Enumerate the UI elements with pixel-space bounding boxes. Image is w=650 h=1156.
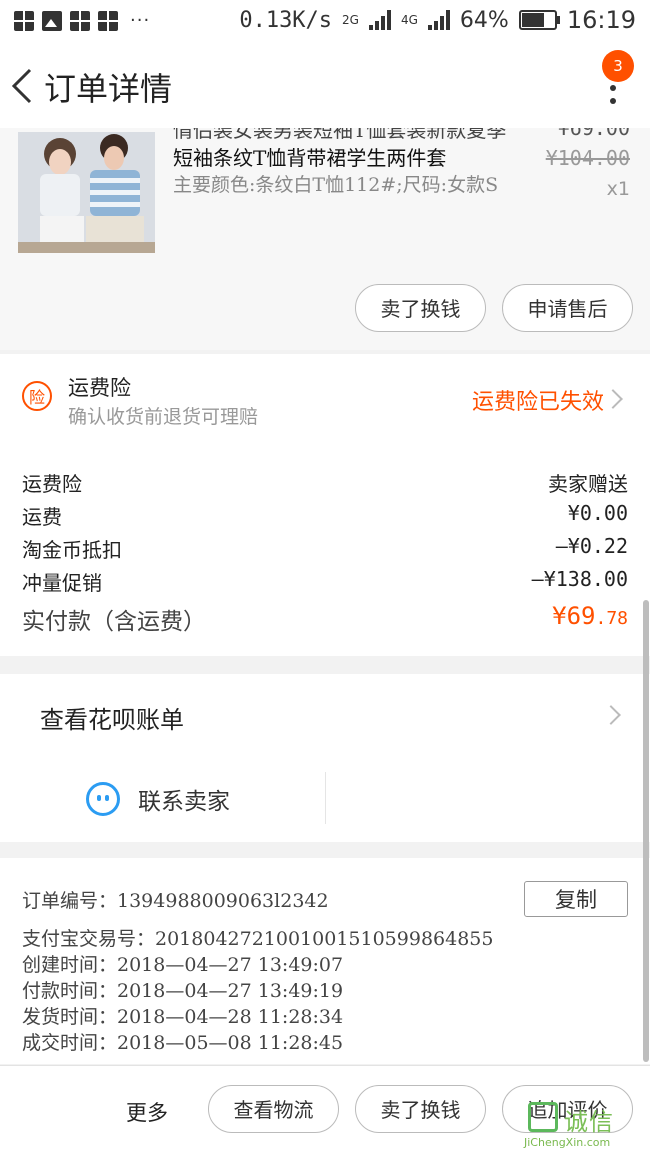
fee-label: 冲量促销 xyxy=(22,571,102,595)
price-original: ¥104.00 xyxy=(545,146,630,170)
page-title: 订单详情 xyxy=(44,70,173,108)
insurance-status: 运费险已失效 xyxy=(471,390,604,415)
fee-value: —¥0.22 xyxy=(555,534,628,558)
clock: 16:19 xyxy=(566,6,636,34)
signal-icon xyxy=(368,10,391,30)
fee-label: 运费险 xyxy=(22,472,82,496)
contact-seller-button[interactable]: 联系卖家 xyxy=(138,782,230,816)
back-arrow-icon[interactable] xyxy=(10,66,34,106)
app-grid-icon xyxy=(14,10,34,31)
fee-summary: 运费险 卖家赠送 运费 ¥0.00 淘金币抵扣 —¥0.22 冲量促销 —¥13… xyxy=(0,442,650,656)
status-bar: ··· 0.13K/s 2G 4G 64% 16:19 xyxy=(0,0,650,44)
watermark-logo-icon xyxy=(528,1102,558,1132)
more-notifications-icon: ··· xyxy=(130,10,151,31)
after-sale-button[interactable]: 申请售后 xyxy=(502,284,633,332)
total-label: 实付款（含运费） xyxy=(22,609,206,635)
order-info: 订单编号：1394988009063l2342 复制 支付宝交易号：201804… xyxy=(0,858,650,1064)
watermark-url: JiChengXin.com xyxy=(524,1136,611,1149)
product-image[interactable] xyxy=(18,132,155,253)
insurance-icon: 险 xyxy=(22,381,52,411)
product-props: 主要颜色:条纹白T恤112#;尺码:女款S xyxy=(173,174,499,196)
network-speed: 0.13K/s xyxy=(239,7,333,33)
chevron-right-icon xyxy=(601,705,621,725)
more-button[interactable]: 更多 xyxy=(126,1097,168,1127)
fee-row: 运费 ¥0.00 xyxy=(22,501,628,531)
product-card[interactable]: 情侣装女装男装短袖T恤套装新款夏季短袖条纹T恤背带裙学生两件套 短袖条纹T恤背带… xyxy=(0,128,650,350)
app-grid-icon xyxy=(70,10,90,31)
fee-value: ¥0.00 xyxy=(567,501,628,525)
message-badge: 3 xyxy=(602,50,634,82)
fee-label: 淘金币抵扣 xyxy=(22,538,122,562)
bottom-action-bar: 更多 查看物流 卖了换钱 追加评价 诚信 JiChengXin.com xyxy=(0,1065,650,1156)
nav-bar: 订单详情 3 xyxy=(0,44,650,128)
insurance-title: 运费险 xyxy=(68,376,131,400)
chevron-right-icon xyxy=(603,389,623,409)
battery-icon xyxy=(518,10,560,30)
network-type-2g: 2G xyxy=(342,13,359,27)
price-current: ¥69.00 xyxy=(557,128,630,140)
contact-seller-icon[interactable] xyxy=(86,782,120,816)
divider xyxy=(325,772,326,824)
image-icon xyxy=(42,10,62,31)
sell-for-cash-button[interactable]: 卖了换钱 xyxy=(355,284,486,332)
shipping-insurance-row[interactable]: 险 运费险 确认收货前退货可理赔 运费险已失效 xyxy=(0,354,650,442)
product-title-cut: 情侣装女装男装短袖T恤套装新款夏季短袖条纹T恤背带裙学生两件套 xyxy=(173,128,507,142)
fee-row: 运费险 卖家赠送 xyxy=(22,468,628,498)
huabei-section: 查看花呗账单 联系卖家 xyxy=(0,674,650,842)
alipay-trade-number: 支付宝交易号：2018042721001001510599864855 xyxy=(22,928,494,950)
fee-row: 淘金币抵扣 —¥0.22 xyxy=(22,534,628,564)
scrollbar[interactable] xyxy=(643,600,649,1062)
fee-label: 运费 xyxy=(22,505,62,529)
product-title[interactable]: 情侣装女装男装短袖T恤套装新款夏季短袖条纹T恤背带裙学生两件套 短袖条纹T恤背带… xyxy=(173,128,518,172)
shipped-time: 发货时间：2018—04—28 11:28:34 xyxy=(22,1006,344,1028)
insurance-subtitle: 确认收货前退货可理赔 xyxy=(68,406,259,428)
battery-level xyxy=(521,13,544,27)
closed-time: 成交时间：2018—05—08 11:28:45 xyxy=(22,1032,344,1054)
order-number: 订单编号：1394988009063l2342 xyxy=(22,890,329,912)
total-row: 实付款（含运费） ¥69.78 xyxy=(22,602,628,636)
product-title-line2: 短袖条纹T恤背带裙学生两件套 xyxy=(173,146,447,170)
notification-icons: ··· xyxy=(14,10,150,31)
copy-button[interactable]: 复制 xyxy=(524,881,628,917)
sell-for-cash-button[interactable]: 卖了换钱 xyxy=(355,1085,486,1133)
huabei-bill-link[interactable]: 查看花呗账单 xyxy=(40,700,184,735)
quantity: x1 xyxy=(606,178,630,200)
app-grid-icon xyxy=(98,10,118,31)
created-time: 创建时间：2018—04—27 13:49:07 xyxy=(22,954,344,976)
fee-value: —¥138.00 xyxy=(531,567,628,591)
signal-icon xyxy=(427,10,450,30)
battery-percent: 64% xyxy=(459,7,509,33)
view-logistics-button[interactable]: 查看物流 xyxy=(208,1085,339,1133)
paid-time: 付款时间：2018—04—27 13:49:19 xyxy=(22,980,344,1002)
fee-row: 冲量促销 —¥138.00 xyxy=(22,567,628,597)
watermark-text: 诚信 xyxy=(564,1108,614,1136)
total-dec: .78 xyxy=(595,608,628,629)
network-type-4g: 4G xyxy=(400,13,418,27)
fee-value: 卖家赠送 xyxy=(548,472,628,496)
watermark: 诚信 JiChengXin.com xyxy=(524,1100,642,1152)
total-value: ¥69.78 xyxy=(552,602,628,630)
total-int: ¥69 xyxy=(552,602,596,630)
